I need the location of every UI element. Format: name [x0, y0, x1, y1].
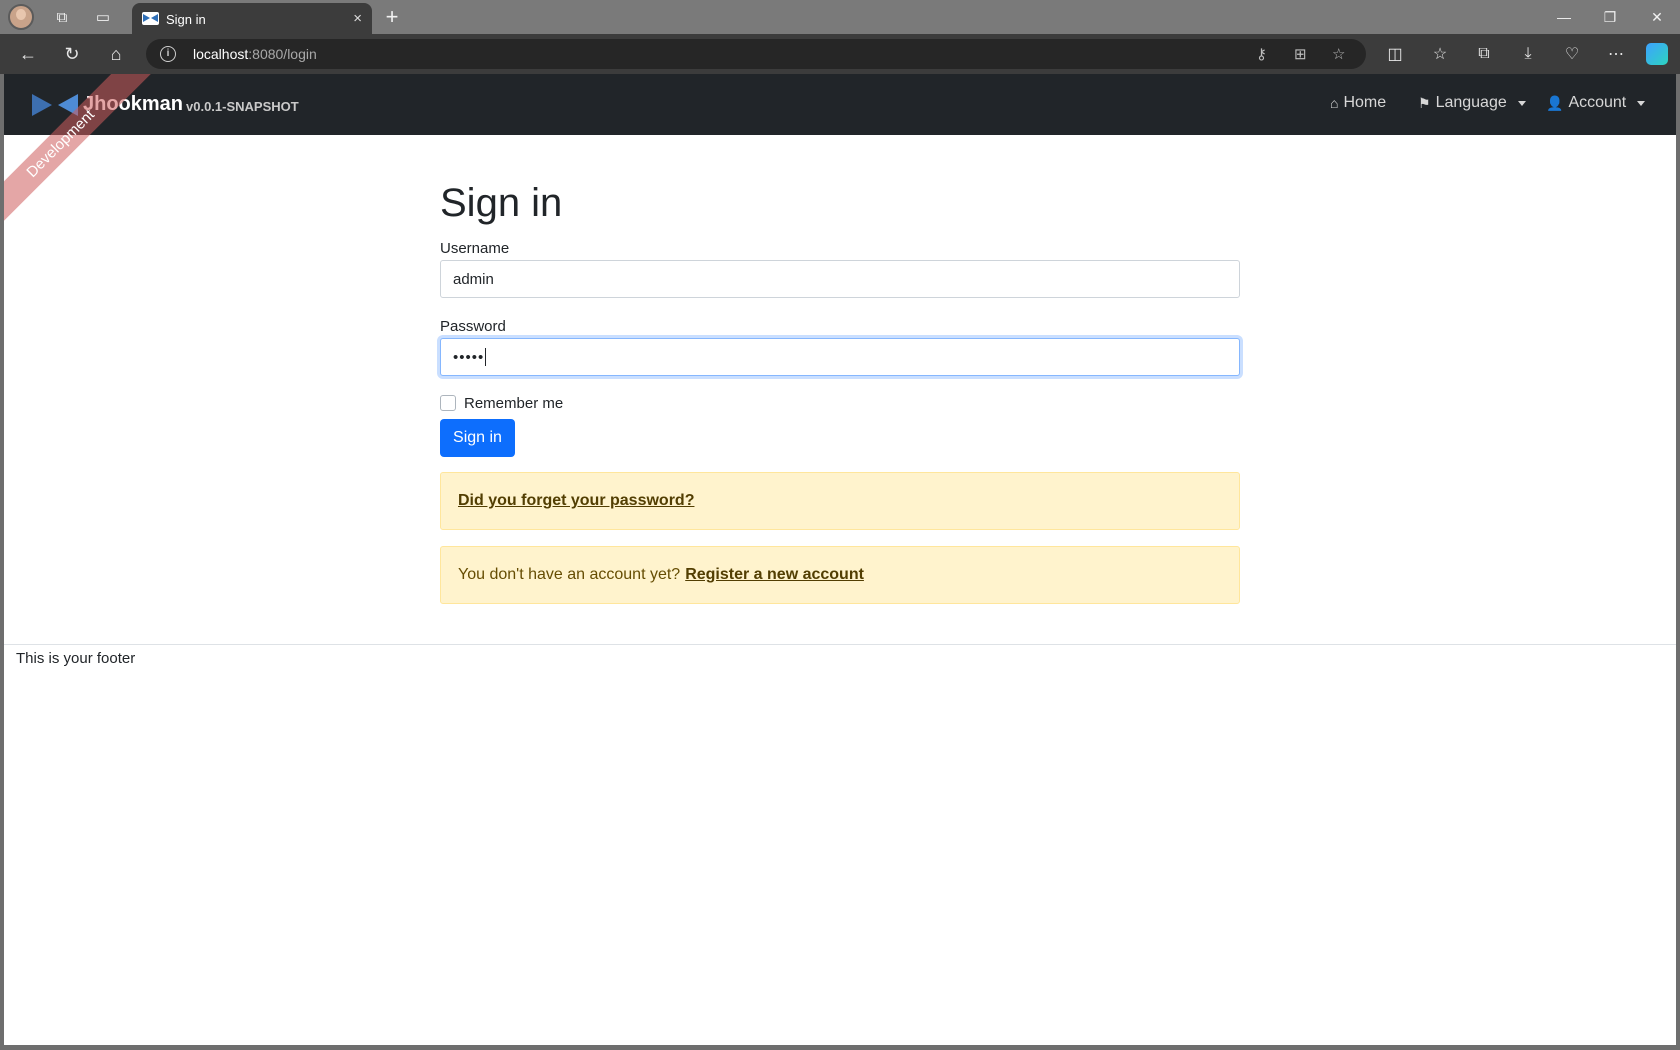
- no-account-text: You don't have an account yet?: [458, 566, 681, 583]
- nav-account[interactable]: 👤 Account: [1546, 94, 1646, 112]
- user-icon: 👤: [1546, 94, 1564, 111]
- url-text: localhost:8080/login: [193, 46, 317, 62]
- browser-tab-bar: ⧉ ▭ Sign in × + — ❐ ✕: [0, 0, 1680, 36]
- nav-language[interactable]: ⚑ Language: [1418, 94, 1526, 112]
- restore-button[interactable]: ❐: [1587, 0, 1633, 34]
- home-icon[interactable]: ⌂: [104, 42, 128, 66]
- new-tab-button[interactable]: +: [380, 4, 404, 29]
- nav-home[interactable]: ⌂ Home: [1330, 94, 1386, 112]
- profile-avatar[interactable]: [8, 4, 34, 30]
- password-input[interactable]: •••••: [440, 338, 1240, 376]
- text-cursor: [485, 348, 487, 366]
- register-link[interactable]: Register a new account: [685, 566, 864, 584]
- footer-text: This is your footer: [16, 650, 136, 667]
- site-favicon-icon: [142, 12, 159, 25]
- remember-me-label[interactable]: Remember me: [464, 395, 563, 412]
- url-input[interactable]: i localhost:8080/login ⚷ ⊞ ☆: [146, 39, 1366, 69]
- username-label: Username: [440, 240, 510, 257]
- refresh-icon[interactable]: ↻: [60, 42, 84, 66]
- browser-essentials-icon[interactable]: ♡: [1560, 42, 1584, 66]
- nav-home-label: Home: [1343, 94, 1387, 111]
- home-icon: ⌂: [1330, 95, 1339, 111]
- page-title: Sign in: [440, 181, 563, 225]
- key-icon[interactable]: ⚷: [1256, 45, 1267, 63]
- favorite-star-icon[interactable]: ☆: [1332, 45, 1345, 63]
- site-info-icon[interactable]: i: [160, 46, 176, 62]
- workspaces-icon[interactable]: ⧉: [50, 5, 74, 29]
- sign-in-button[interactable]: Sign in: [440, 419, 515, 457]
- more-icon[interactable]: ⋯: [1604, 42, 1628, 66]
- nav-language-label: Language: [1435, 94, 1507, 111]
- chevron-down-icon: [1637, 100, 1646, 106]
- forgot-password-alert: Did you forget your password?: [440, 472, 1240, 530]
- copilot-icon[interactable]: [1646, 43, 1668, 65]
- username-input[interactable]: admin: [440, 260, 1240, 298]
- password-value: •••••: [453, 348, 485, 366]
- tab-sign-in[interactable]: Sign in ×: [132, 3, 372, 36]
- page-viewport: Jhookman v0.0.1-SNAPSHOT ⌂ Home ⚑ Langua…: [4, 74, 1676, 1045]
- back-icon[interactable]: ←: [16, 42, 40, 66]
- register-alert: You don't have an account yet? Register …: [440, 546, 1240, 604]
- nav-account-label: Account: [1568, 94, 1627, 111]
- flag-icon: ⚑: [1418, 94, 1431, 111]
- favorites-icon[interactable]: ☆: [1428, 42, 1452, 66]
- chevron-down-icon: [1517, 100, 1526, 106]
- minimize-button[interactable]: —: [1541, 0, 1587, 34]
- split-screen-icon[interactable]: ◫: [1383, 42, 1407, 66]
- footer-divider: [4, 644, 1676, 645]
- remember-me-checkbox[interactable]: [440, 395, 456, 411]
- tab-close-icon[interactable]: ×: [353, 10, 362, 27]
- tab-title: Sign in: [166, 12, 206, 27]
- tab-actions-icon[interactable]: ▭: [91, 5, 115, 29]
- forgot-password-link[interactable]: Did you forget your password?: [458, 492, 694, 510]
- app-navbar: Jhookman v0.0.1-SNAPSHOT ⌂ Home ⚑ Langua…: [4, 74, 1676, 135]
- brand-version: v0.0.1-SNAPSHOT: [186, 99, 299, 114]
- username-value: admin: [453, 270, 494, 288]
- close-window-button[interactable]: ✕: [1634, 0, 1680, 34]
- app-install-icon[interactable]: ⊞: [1294, 45, 1307, 63]
- password-label: Password: [440, 318, 506, 335]
- browser-address-bar: ← ↻ ⌂ i localhost:8080/login ⚷ ⊞ ☆ ◫ ☆ ⧉…: [0, 34, 1680, 74]
- downloads-icon[interactable]: ⤓: [1516, 42, 1540, 66]
- collections-icon[interactable]: ⧉: [1472, 42, 1496, 66]
